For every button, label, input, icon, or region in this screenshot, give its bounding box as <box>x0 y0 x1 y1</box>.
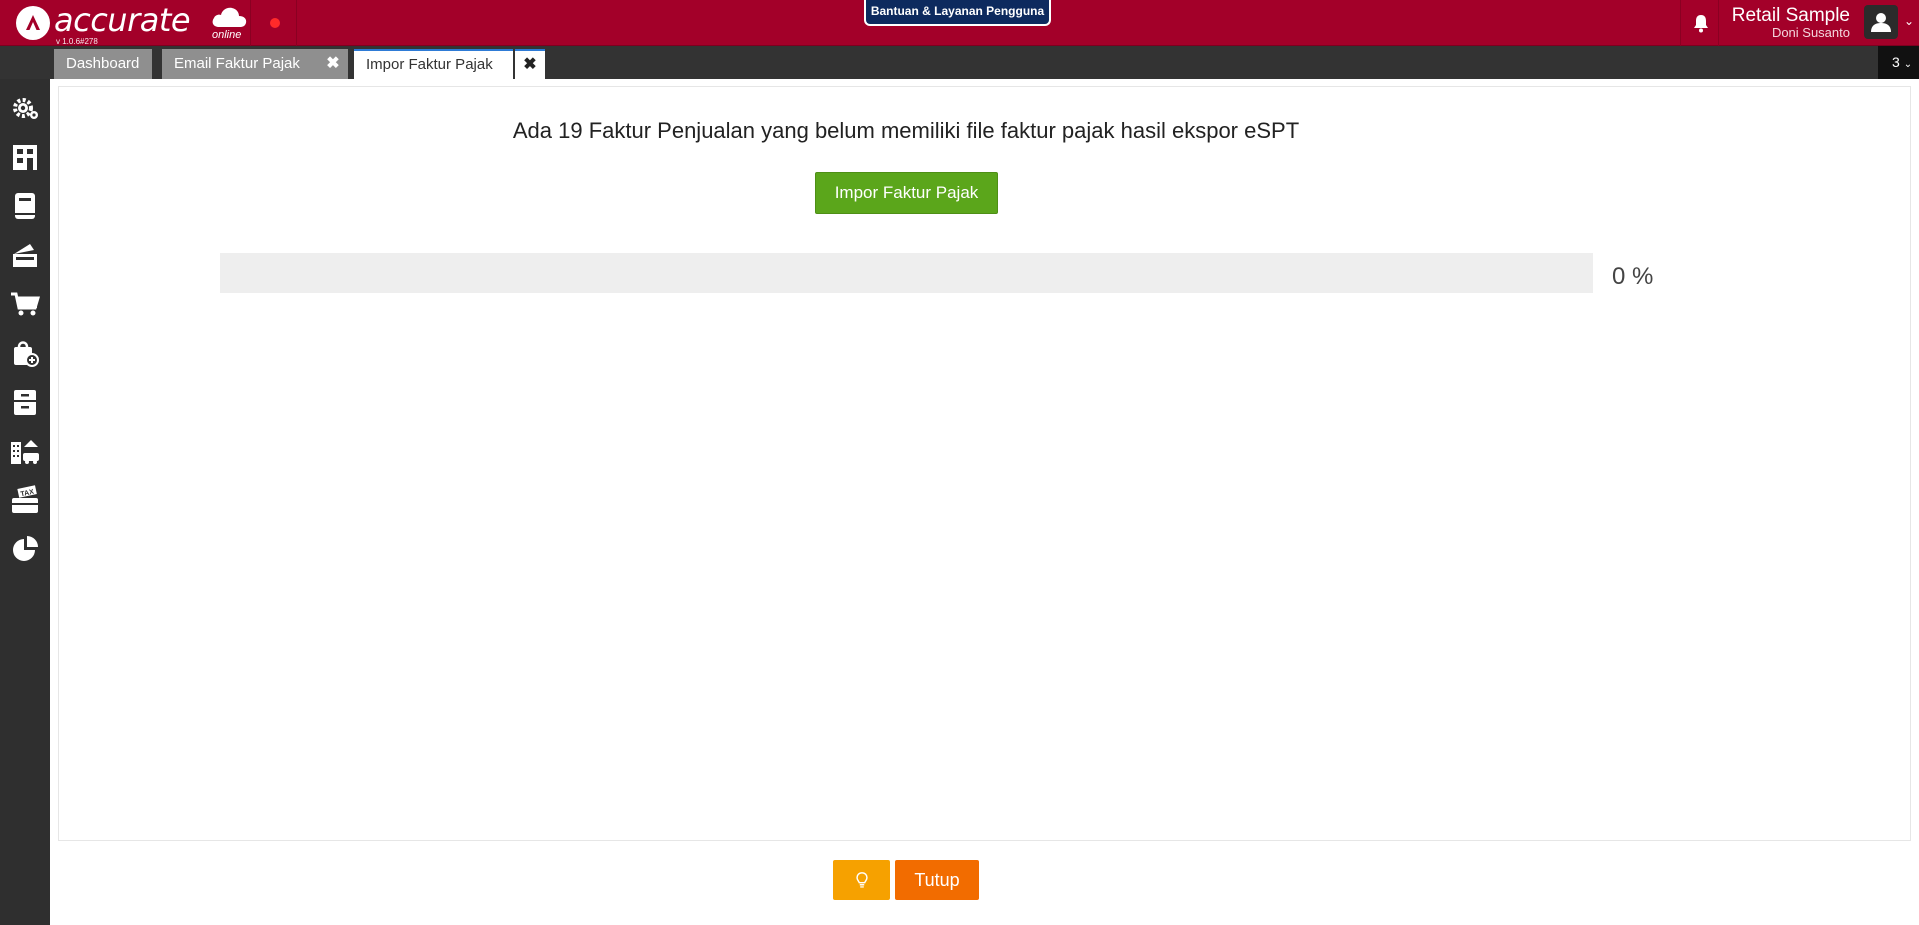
cash-bank-icon <box>13 244 37 267</box>
sidebar-item-company[interactable] <box>8 140 42 174</box>
company-building-icon <box>13 145 37 170</box>
tab-impor-faktur-pajak-close-icon[interactable]: ✖ <box>515 49 545 79</box>
ledger-book-icon <box>15 193 35 219</box>
header-divider <box>1718 0 1719 46</box>
sidebar-item-tax[interactable]: TAX <box>8 483 42 517</box>
tab-label: Email Faktur Pajak <box>174 55 300 72</box>
help-support-button[interactable]: Bantuan & Layanan Pengguna <box>864 0 1051 26</box>
company-name[interactable]: Retail Sample <box>1720 5 1850 27</box>
tab-impor-faktur-pajak[interactable]: Impor Faktur Pajak <box>354 49 513 79</box>
tab-dashboard[interactable]: Dashboard <box>54 49 152 79</box>
header-divider <box>1680 0 1681 46</box>
brand-sub: online <box>212 29 242 41</box>
purchase-bag-icon <box>14 341 39 367</box>
report-pie-chart-icon <box>13 536 38 561</box>
close-button[interactable]: Tutup <box>895 860 979 900</box>
user-name[interactable]: Doni Susanto <box>1720 25 1850 40</box>
open-tabs-counter[interactable]: 3 ⌄ <box>1878 46 1919 79</box>
accurate-logo-mark-icon <box>16 6 50 40</box>
notification-bell-icon[interactable] <box>1690 12 1712 34</box>
tab-count: 3 <box>1892 54 1900 70</box>
import-progress-bar <box>220 253 1593 293</box>
tab-bar: Dashboard Email Faktur Pajak ✖ Impor Fak… <box>0 46 1919 79</box>
tab-email-faktur-pajak[interactable]: Email Faktur Pajak <box>162 49 320 79</box>
tax-icon: TAX <box>12 485 38 513</box>
user-icon <box>1871 13 1891 32</box>
header-divider <box>296 0 297 46</box>
tax-icon-label: TAX <box>20 489 35 499</box>
asset-building-car-icon <box>11 440 39 464</box>
status-indicator-dot <box>270 18 280 28</box>
app-version: v 1.0.6#278 <box>56 37 98 46</box>
lightbulb-icon <box>855 872 868 888</box>
import-progress-label: 0 % <box>1612 263 1654 290</box>
tab-label: Impor Faktur Pajak <box>366 56 493 73</box>
brand-name: accurate <box>54 1 191 39</box>
sidebar-item-inventory[interactable] <box>8 385 42 419</box>
cloud-icon <box>212 7 247 27</box>
sidebar-item-reports[interactable] <box>8 532 42 566</box>
sidebar-item-ledger[interactable] <box>8 189 42 223</box>
sales-cart-icon <box>11 292 40 316</box>
sidebar-item-fixed-asset[interactable] <box>8 434 42 468</box>
user-avatar[interactable] <box>1864 5 1898 39</box>
chevron-down-icon: ⌄ <box>1903 59 1913 70</box>
sidebar-item-sales[interactable] <box>8 287 42 321</box>
import-tax-invoice-button[interactable]: Impor Faktur Pajak <box>815 172 998 214</box>
left-sidebar: TAX <box>0 79 50 925</box>
tab-email-faktur-pajak-close-icon[interactable]: ✖ <box>318 49 348 79</box>
tab-label: Dashboard <box>66 55 140 72</box>
user-menu-chevron-down-icon[interactable]: ⌄ <box>1904 14 1914 28</box>
header-divider <box>250 0 251 46</box>
accurate-logo[interactable]: accurate online v 1.0.6#278 <box>14 1 247 46</box>
inventory-archive-icon <box>14 390 36 415</box>
top-header: accurate online v 1.0.6#278 Bantuan & La… <box>0 0 1919 46</box>
pending-invoices-message: Ada 19 Faktur Penjualan yang belum memil… <box>512 118 1300 143</box>
sidebar-item-cash-bank[interactable] <box>8 238 42 272</box>
hint-button[interactable] <box>833 860 890 900</box>
sidebar-item-purchase[interactable] <box>8 336 42 370</box>
